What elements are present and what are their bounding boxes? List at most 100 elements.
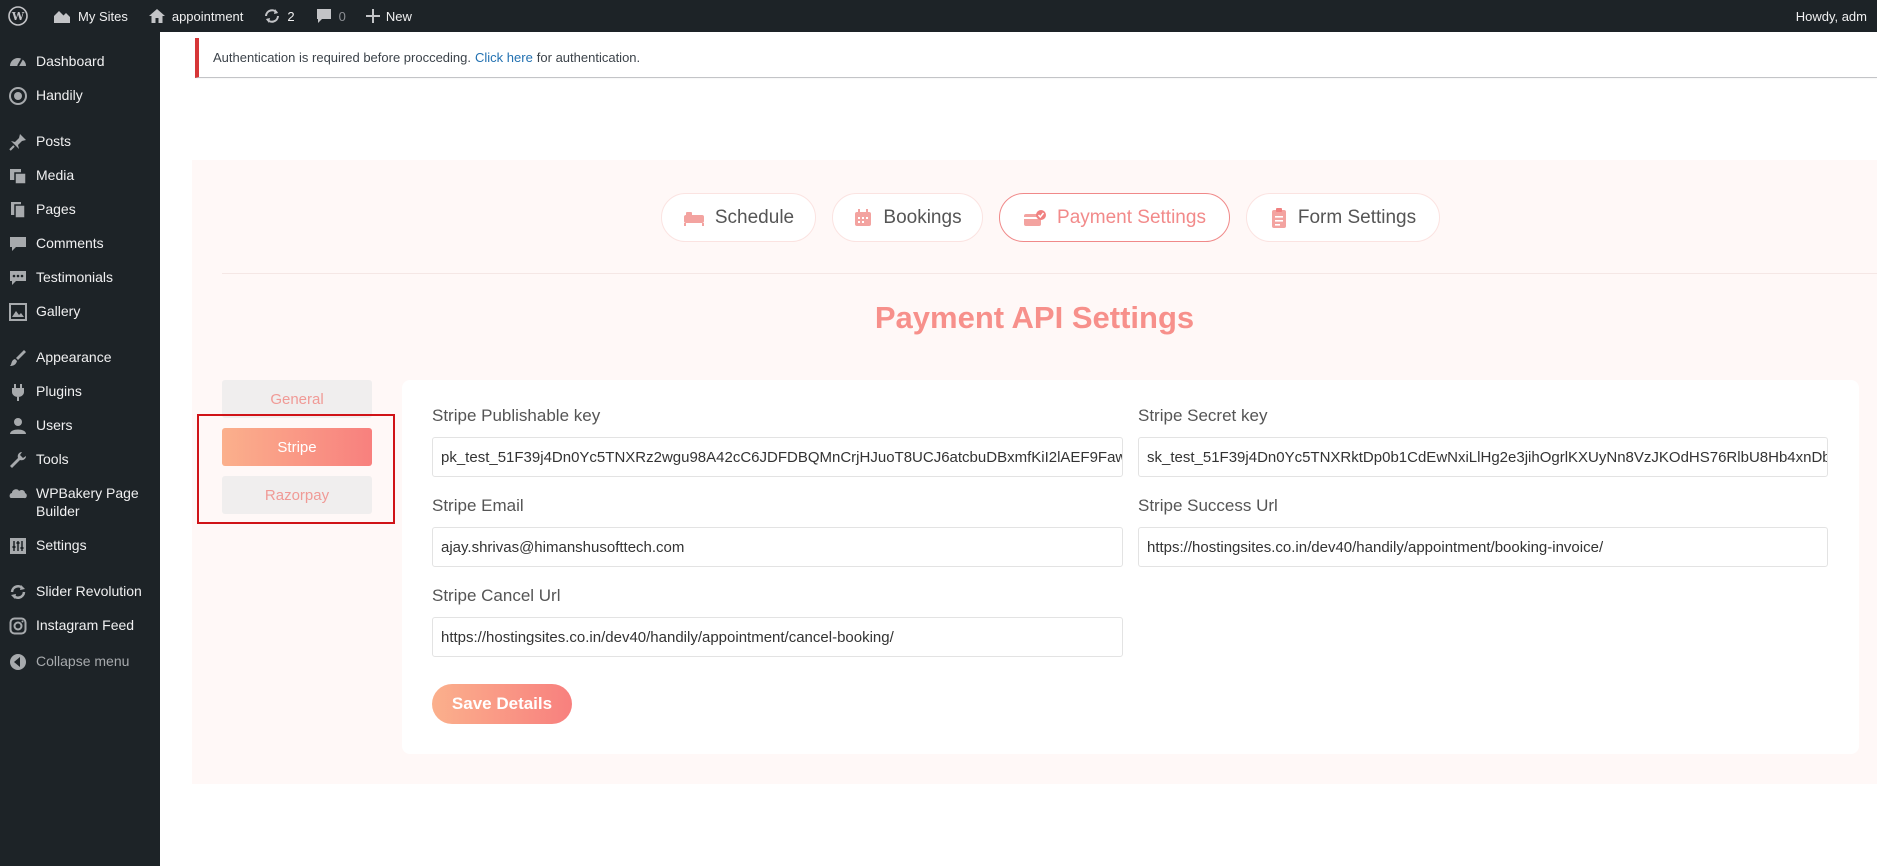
tab-form-settings[interactable]: Form Settings	[1246, 193, 1440, 242]
plus-icon	[365, 9, 380, 23]
wordpress-logo[interactable]: W	[0, 0, 42, 32]
sidebar-item-slider-revolution[interactable]: Slider Revolution	[0, 582, 160, 602]
save-details-button[interactable]: Save Details	[432, 684, 572, 724]
tabs-divider	[222, 273, 1877, 274]
notice-text-after: for authentication.	[536, 50, 641, 65]
user-icon	[0, 416, 36, 436]
highlight-box	[197, 414, 395, 524]
gallery-icon	[0, 302, 36, 322]
instagram-icon	[0, 616, 36, 636]
tab-payment-settings[interactable]: Payment Settings	[999, 193, 1230, 242]
calendar-icon	[855, 208, 872, 226]
sidebar-item-label: Testimonials	[36, 269, 114, 285]
auth-link[interactable]: Click here	[475, 50, 533, 65]
brush-icon	[0, 348, 36, 368]
admin-bar: W My Sites appointment 2 0 New Howdy, ad…	[0, 0, 1877, 32]
clipboard-icon	[1271, 207, 1286, 228]
payment-icon	[1024, 209, 1047, 226]
settings-tabs: Schedule Bookings Payment Settings Form …	[192, 193, 1877, 243]
tab-label: Form Settings	[1297, 206, 1417, 228]
sidebar-item-label: Gallery	[36, 303, 81, 319]
sidebar-item-label: Slider Revolution	[36, 583, 142, 599]
sidebar-item-label: Appearance	[36, 349, 112, 365]
publishable-key-label: Stripe Publishable key	[432, 406, 601, 425]
sidebar-item-plugins[interactable]: Plugins	[0, 382, 160, 402]
collapse-menu-button[interactable]: Collapse menu	[0, 652, 160, 672]
secret-key-label: Stripe Secret key	[1138, 406, 1268, 425]
sidebar-item-label: Posts	[36, 133, 72, 149]
updates-count: 2	[287, 8, 295, 24]
comment-icon	[0, 234, 36, 254]
pages-icon	[0, 200, 36, 220]
tab-label: Schedule	[714, 206, 795, 228]
cancel-url-label: Stripe Cancel Url	[432, 586, 561, 605]
tab-schedule[interactable]: Schedule	[661, 193, 816, 242]
updates-icon	[265, 9, 280, 23]
sidebar-item-media[interactable]: Media	[0, 166, 160, 186]
site-name-menu[interactable]: appointment	[138, 0, 254, 32]
my-sites-label: My Sites	[78, 8, 128, 24]
settings-icon	[0, 536, 36, 556]
testimonial-icon	[0, 268, 36, 288]
new-content-menu[interactable]: New	[356, 0, 422, 32]
stripe-settings-form: Stripe Publishable key pk_test_51F39j4Dn…	[402, 380, 1859, 754]
wordpress-icon: W	[8, 6, 28, 26]
sidebar-item-label: Instagram Feed	[36, 617, 135, 633]
sidebar-item-label: Users	[36, 417, 73, 433]
auth-notice: Authentication is required before procce…	[195, 38, 1877, 78]
sidebar-item-comments[interactable]: Comments	[0, 234, 160, 254]
wpbakery-icon	[0, 484, 36, 504]
site-name-label: appointment	[171, 8, 244, 24]
sidebar-item-label: Dashboard	[36, 53, 105, 69]
notice-text: Authentication is required before procce…	[213, 50, 471, 65]
email-input[interactable]: ajay.shrivas@himanshusofttech.com	[432, 527, 1123, 567]
refresh-icon	[0, 582, 36, 602]
my-sites-icon	[54, 11, 70, 23]
dashboard-icon	[0, 52, 36, 72]
media-icon	[0, 166, 36, 186]
sidebar-item-testimonials[interactable]: Testimonials	[0, 268, 160, 288]
sidebar-item-label: Tools	[36, 451, 69, 467]
success-url-label: Stripe Success Url	[1138, 496, 1278, 515]
sidebar-item-label: Pages	[36, 201, 76, 217]
side-tab-general[interactable]: General	[222, 380, 372, 418]
tab-bookings[interactable]: Bookings	[832, 193, 983, 242]
sidebar-item-posts[interactable]: Posts	[0, 132, 160, 152]
sidebar-item-label: Media	[36, 167, 75, 183]
sidebar-item-tools[interactable]: Tools	[0, 450, 160, 470]
success-url-input[interactable]: https://hostingsites.co.in/dev40/handily…	[1138, 527, 1828, 567]
updates-menu[interactable]: 2	[253, 0, 304, 32]
sidebar-item-instagram-feed[interactable]: Instagram Feed	[0, 616, 160, 636]
sidebar-item-label: WPBakery Page Builder	[36, 485, 139, 519]
sidebar-item-users[interactable]: Users	[0, 416, 160, 436]
sidebar-item-appearance[interactable]: Appearance	[0, 348, 160, 368]
sidebar-item-label: Handily	[36, 87, 83, 103]
tab-label: Payment Settings	[1057, 206, 1206, 228]
sidebar-item-label: Collapse menu	[36, 653, 130, 669]
sidebar-item-label: Comments	[36, 235, 104, 251]
sidebar-item-handily[interactable]: Handily	[0, 86, 160, 106]
pin-icon	[0, 132, 36, 152]
howdy-label: Howdy, adm	[1795, 8, 1867, 24]
sidebar-item-label: Plugins	[36, 383, 82, 399]
sidebar-item-pages[interactable]: Pages	[0, 200, 160, 220]
comments-menu[interactable]: 0	[305, 0, 356, 32]
plugin-panel: Schedule Bookings Payment Settings Form …	[192, 160, 1877, 784]
sidebar-item-gallery[interactable]: Gallery	[0, 302, 160, 322]
page-title: Payment API Settings	[874, 300, 1195, 335]
handily-icon	[0, 86, 36, 106]
sidebar-item-dashboard[interactable]: Dashboard	[0, 52, 160, 72]
publishable-key-input[interactable]: pk_test_51F39j4Dn0Yc5TNXRz2wgu98A42cC6JD…	[432, 437, 1123, 477]
sidebar-item-label: Settings	[36, 537, 87, 553]
new-label: New	[385, 8, 412, 24]
collapse-icon	[0, 652, 36, 672]
account-menu[interactable]: Howdy, adm	[1796, 0, 1877, 32]
sidebar-item-wpbakery[interactable]: WPBakery Page Builder	[0, 484, 160, 520]
my-sites-menu[interactable]: My Sites	[42, 0, 138, 32]
sidebar-item-settings[interactable]: Settings	[0, 536, 160, 556]
secret-key-input[interactable]: sk_test_51F39j4Dn0Yc5TNXRktDp0b1CdEwNxiL…	[1138, 437, 1828, 477]
bed-icon	[683, 211, 704, 226]
plugin-icon	[0, 382, 36, 402]
cancel-url-input[interactable]: https://hostingsites.co.in/dev40/handily…	[432, 617, 1123, 657]
wrench-icon	[0, 450, 36, 470]
